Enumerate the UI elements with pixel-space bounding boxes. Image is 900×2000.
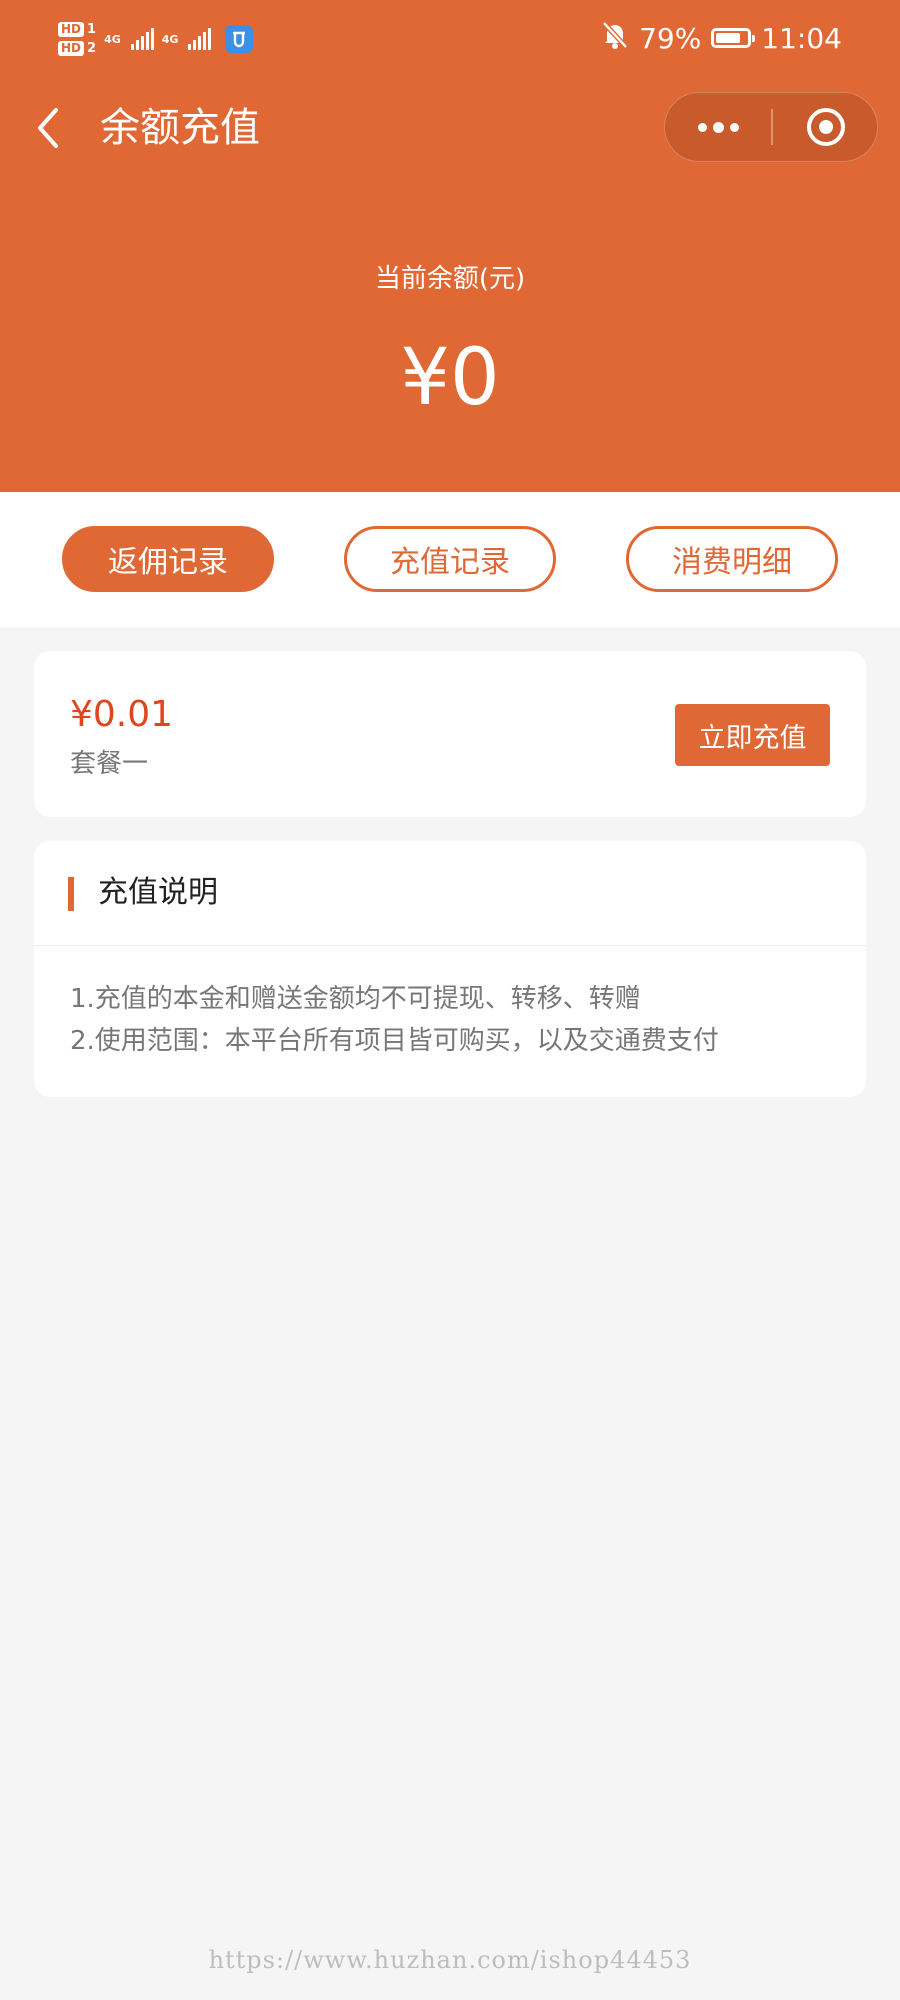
status-right: 79% 11:04 xyxy=(601,18,842,58)
mute-bell-icon xyxy=(601,20,629,57)
signal-icon xyxy=(130,28,154,50)
target-icon xyxy=(807,108,845,146)
tab-commission-records[interactable]: 返佣记录 xyxy=(62,526,274,592)
sim1-indicator: HD 1 xyxy=(58,22,96,37)
network-type-1: 4G xyxy=(104,32,121,46)
battery-fill xyxy=(716,33,741,43)
clock: 11:04 xyxy=(761,21,842,55)
notes-line: 2.使用范围：本平台所有项目皆可购买，以及交通费支付 xyxy=(70,1026,719,1056)
tab-consumption-details[interactable]: 消费明细 xyxy=(626,526,838,592)
hd-badge-2: HD xyxy=(58,41,85,56)
package-name: 套餐一 xyxy=(70,749,149,779)
balance-value: ¥0 xyxy=(400,333,500,423)
package-card: ¥0.01 套餐一 立即充值 xyxy=(34,651,866,817)
status-left: HD 1 HD 2 4G 4G xyxy=(58,14,254,64)
tab-recharge-records[interactable]: 充值记录 xyxy=(344,526,556,592)
sim1-number: 1 xyxy=(87,22,97,37)
hd-badge-1: HD xyxy=(58,22,85,37)
battery-icon xyxy=(711,28,756,48)
record-tabs: 返佣记录 充值记录 消费明细 xyxy=(0,492,900,627)
dot xyxy=(712,121,724,133)
battery-percent: 79% xyxy=(639,21,702,55)
notes-header: 充值说明 xyxy=(34,841,866,946)
watermark: https://www.huzhan.com/ishop44453 xyxy=(208,1946,692,1974)
notes-title: 充值说明 xyxy=(98,875,218,910)
package-price: ¥0.01 xyxy=(70,694,174,735)
more-button[interactable] xyxy=(665,93,771,161)
signal-icon xyxy=(188,28,212,50)
dot xyxy=(697,122,707,132)
app-notification-icon xyxy=(225,25,254,53)
page-title: 余额充值 xyxy=(100,105,260,151)
header-banner: HD 1 HD 2 4G 4G 79% 11:04 余额充值 当前余额(元) ¥… xyxy=(0,0,900,492)
accent-bar xyxy=(68,877,74,911)
chevron-left-icon xyxy=(38,108,58,148)
back-button[interactable] xyxy=(30,98,70,158)
recharge-notes-card: 充值说明 1.充值的本金和赠送金额均不可提现、转移、转赠 2.使用范围：本平台所… xyxy=(34,841,866,1097)
network-type-2: 4G xyxy=(161,32,179,46)
close-mini-program-button[interactable] xyxy=(773,93,879,161)
balance-label: 当前余额(元) xyxy=(374,264,526,294)
dot xyxy=(729,122,739,132)
mini-program-capsule xyxy=(664,92,878,162)
sim2-number: 2 xyxy=(87,41,97,56)
sim2-indicator: HD 2 xyxy=(58,41,96,56)
status-bar: HD 1 HD 2 4G 4G 79% 11:04 xyxy=(0,0,900,76)
sim-indicators: HD 1 HD 2 xyxy=(58,22,96,56)
notes-line: 1.充值的本金和赠送金额均不可提现、转移、转赠 xyxy=(70,984,641,1014)
recharge-now-button[interactable]: 立即充值 xyxy=(675,704,830,766)
